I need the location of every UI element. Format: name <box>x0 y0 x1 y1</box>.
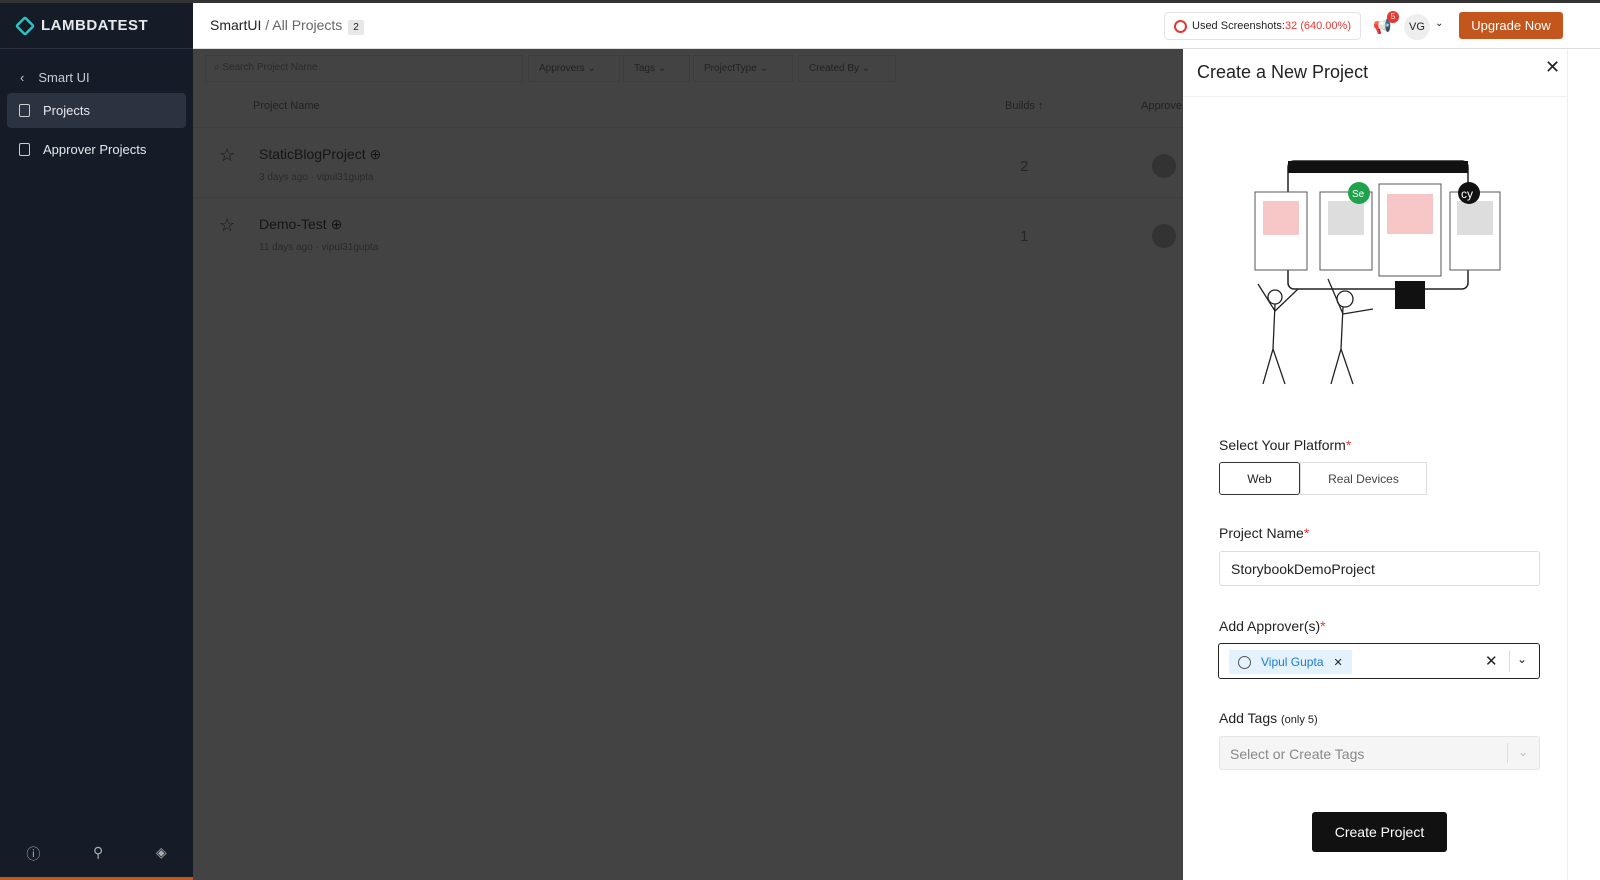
chevron-down-icon: ⌄ <box>1518 745 1529 759</box>
svg-text:Se: Se <box>1352 189 1365 200</box>
sidebar-item-projects[interactable]: Projects <box>7 93 186 128</box>
build-count: 2 <box>1020 158 1029 175</box>
star-icon[interactable]: ☆ <box>219 145 235 166</box>
back-link[interactable]: ‹ Smart UI <box>0 49 193 89</box>
breadcrumb-separator: / <box>261 16 273 33</box>
close-icon[interactable]: ✕ <box>1545 57 1560 78</box>
column-approver: Approve <box>1141 100 1182 112</box>
approver-avatar-icon <box>1152 154 1176 178</box>
project-owner: vipul31gupta <box>321 242 379 253</box>
svg-text:cy: cy <box>1461 187 1473 201</box>
logo-text: LAMBDATEST <box>41 17 149 34</box>
project-name-label: Project Name* <box>1219 525 1310 541</box>
approvers-select[interactable]: Vipul Gupta ✕ ✕ ⌄ <box>1218 643 1540 679</box>
clear-icon[interactable]: ✕ <box>1485 652 1498 670</box>
star-icon[interactable]: ☆ <box>219 215 235 236</box>
project-name[interactable]: Demo-Test <box>259 216 327 232</box>
upgrade-button[interactable]: Upgrade Now <box>1459 12 1563 39</box>
projects-list-overlay: ⌕ Search Project Name Approvers ⌄ Tags ⌄… <box>193 49 1183 880</box>
platform-web-button[interactable]: Web <box>1219 462 1300 495</box>
project-age: 11 days ago <box>259 242 313 253</box>
approver-avatar-icon <box>1152 224 1176 248</box>
globe-icon: ⊕ <box>369 146 382 162</box>
sidebar: LAMBDATEST ‹ Smart UI Projects Approver P… <box>0 3 193 880</box>
breadcrumb-root[interactable]: SmartUI <box>210 17 261 33</box>
platform-label: Select Your Platform* <box>1219 437 1352 453</box>
filter-tags[interactable]: Tags ⌄ <box>623 55 690 82</box>
avatar[interactable]: VG <box>1404 14 1430 40</box>
create-project-panel: Create a New Project ✕ Se cy Select Your… <box>1183 49 1568 880</box>
chevron-down-icon[interactable]: ⌄ <box>1435 18 1443 29</box>
filter-created-by[interactable]: Created By ⌄ <box>798 55 896 82</box>
tags-label: Add Tags (only 5) <box>1219 710 1318 726</box>
search-input[interactable]: ⌕ Search Project Name <box>205 55 523 82</box>
usage-ring-icon <box>1174 19 1187 33</box>
project-name[interactable]: StaticBlogProject <box>259 146 366 162</box>
user-icon <box>1238 655 1251 669</box>
chevron-down-icon[interactable]: ⌄ <box>1517 652 1527 666</box>
back-label: Smart UI <box>38 69 90 85</box>
panel-title: Create a New Project <box>1197 62 1369 82</box>
project-age: 3 days ago <box>259 172 308 183</box>
help-icon[interactable]: ⓘ <box>26 844 40 864</box>
key-icon[interactable]: ⚲ <box>93 844 103 864</box>
create-project-button[interactable]: Create Project <box>1312 812 1447 852</box>
document-icon <box>19 104 30 117</box>
filter-project-type[interactable]: ProjectType ⌄ <box>693 55 793 82</box>
project-owner: vipul31gupta <box>316 172 374 183</box>
globe-icon: ⊕ <box>330 216 343 232</box>
sidebar-item-label: Projects <box>43 103 90 118</box>
approver-name: Vipul Gupta <box>1261 655 1324 669</box>
layers-icon[interactable]: ◈ <box>156 844 167 864</box>
chevron-left-icon: ‹ <box>20 69 25 85</box>
usage-value: 32 (640.00%) <box>1284 20 1351 32</box>
breadcrumb-current: All Projects <box>272 16 343 33</box>
illustration: Se cy <box>1254 160 1501 385</box>
platform-real-devices-button[interactable]: Real Devices <box>1300 462 1427 495</box>
project-name-input[interactable]: StorybookDemoProject <box>1219 551 1540 586</box>
table-row[interactable]: ☆ StaticBlogProject ⊕ 3 days ago · vipul… <box>193 127 1183 197</box>
logo[interactable]: LAMBDATEST <box>0 3 193 49</box>
approvers-label: Add Approver(s)* <box>1219 618 1326 634</box>
sidebar-item-label: Approver Projects <box>43 142 147 157</box>
project-count-badge: 2 <box>348 19 364 35</box>
tags-select[interactable]: Select or Create Tags ⌄ <box>1219 736 1540 770</box>
sidebar-item-approver-projects[interactable]: Approver Projects <box>7 132 186 167</box>
document-icon <box>19 143 30 156</box>
logo-icon <box>14 15 36 36</box>
column-builds[interactable]: Builds ↑ <box>1005 100 1044 112</box>
header: SmartUI / All Projects 2 Used Screenshots… <box>193 3 1600 49</box>
approver-chip: Vipul Gupta ✕ <box>1229 650 1352 674</box>
notification-badge: 5 <box>1387 11 1399 23</box>
platform-selector: Web Real Devices <box>1219 462 1427 495</box>
usage-label: Used Screenshots: <box>1192 20 1285 32</box>
breadcrumb: SmartUI / All Projects 2 <box>210 17 364 35</box>
filter-approvers[interactable]: Approvers ⌄ <box>528 55 620 82</box>
build-count: 1 <box>1020 228 1029 245</box>
usage-indicator[interactable]: Used Screenshots: 32 (640.00%) <box>1164 12 1361 40</box>
tags-placeholder: Select or Create Tags <box>1230 746 1365 762</box>
remove-approver-icon[interactable]: ✕ <box>1334 656 1343 669</box>
table-row[interactable]: ☆ Demo-Test ⊕ 11 days ago · vipul31gupta… <box>193 197 1183 267</box>
search-placeholder: Search Project Name <box>222 62 318 73</box>
column-project-name: Project Name <box>253 100 320 112</box>
